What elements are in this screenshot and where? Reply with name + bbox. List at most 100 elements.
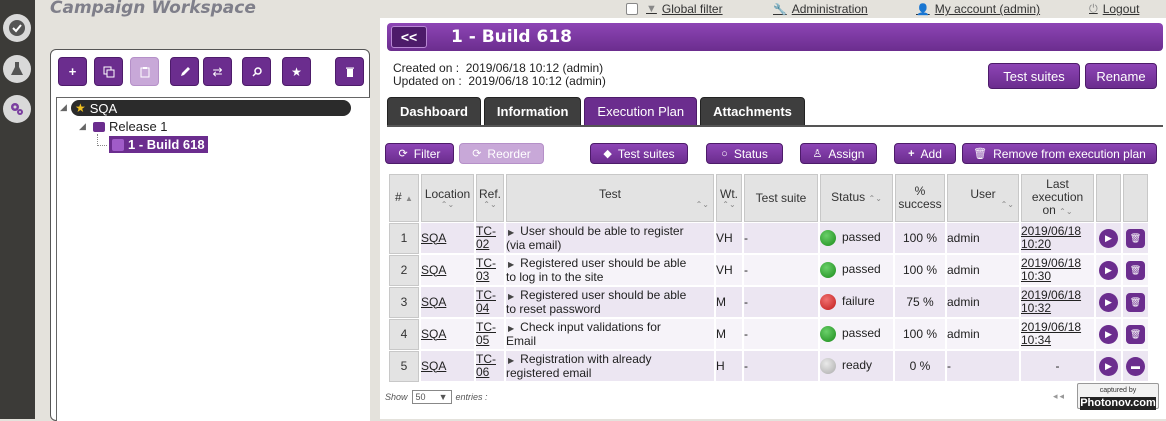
logout-link[interactable]: ⏻ Logout	[1089, 2, 1139, 16]
rename-button[interactable]: Rename	[1085, 63, 1157, 89]
paste-button[interactable]	[130, 57, 159, 86]
assigned-user[interactable]: -	[947, 351, 1019, 382]
tab-execution-plan[interactable]: Execution Plan	[584, 97, 698, 126]
copy-button[interactable]	[94, 57, 123, 86]
test-case-workspace-icon[interactable]	[3, 55, 31, 83]
assigned-user[interactable]: admin	[947, 319, 1019, 350]
col-weight[interactable]: Wt. ⌃⌄	[716, 174, 742, 222]
reference-link[interactable]: TC- 04	[476, 287, 504, 318]
last-execution[interactable]: -	[1021, 351, 1094, 382]
requirements-workspace-icon[interactable]	[3, 14, 31, 42]
test-name[interactable]: ▶ Registration with already registered ema…	[506, 351, 714, 382]
reference-link[interactable]: TC- 02	[476, 223, 504, 254]
reference-link[interactable]: TC- 05	[476, 319, 504, 350]
location-link[interactable]: SQA	[421, 319, 474, 350]
add-button[interactable]: + Add	[894, 143, 956, 164]
col-test-suite[interactable]: Test suite	[744, 174, 818, 222]
expand-icon[interactable]: ▶	[508, 292, 514, 301]
tab-attachments[interactable]: Attachments	[700, 97, 805, 126]
status-cell[interactable]: ready	[820, 351, 893, 382]
test-name[interactable]: ▶ User should be able to register (via ema…	[506, 223, 714, 254]
reference-link[interactable]: TC- 03	[476, 255, 504, 286]
expand-icon[interactable]: ▶	[508, 260, 514, 269]
favorite-button[interactable]: ★	[282, 57, 311, 86]
my-account-link[interactable]: 👤 My account (admin)	[916, 2, 1040, 16]
play-icon[interactable]: ▶	[1099, 356, 1118, 376]
campaign-workspace-icon[interactable]	[3, 95, 31, 123]
add-node-button[interactable]: +	[58, 57, 87, 86]
col-number[interactable]: # ▲	[389, 174, 419, 222]
reorder-button[interactable]: ⟳ Reorder	[459, 143, 544, 164]
updated-value: 2019/06/18 10:12 (admin)	[468, 74, 606, 88]
play-icon[interactable]: ▶	[1099, 292, 1118, 312]
assign-button[interactable]: ♙ Assign	[800, 143, 877, 164]
collapse-icon[interactable]: ◢	[79, 121, 86, 132]
table-row[interactable]: 5 SQA TC- 06 ▶ Registration with already re…	[389, 351, 1148, 382]
status-button[interactable]: ○ Status	[706, 143, 783, 164]
location-link[interactable]: SQA	[421, 255, 474, 286]
pagination[interactable]: ◂◂	[1053, 391, 1066, 402]
location-link[interactable]: SQA	[421, 351, 474, 382]
trash-icon[interactable]: 🗑	[1126, 324, 1145, 344]
import-export-button[interactable]: ⇄	[203, 57, 232, 86]
tree-node-project[interactable]: ★ SQA	[71, 100, 351, 116]
delete-node-button[interactable]	[335, 57, 364, 86]
tree-node-release[interactable]: Release 1	[93, 119, 168, 134]
last-execution[interactable]: 2019/06/18 10:20	[1021, 223, 1094, 254]
global-filter-link[interactable]: ▼ Global filter	[646, 2, 723, 16]
play-icon[interactable]: ▶	[1099, 228, 1118, 248]
filter-button[interactable]: ⟳ Filter	[385, 143, 454, 164]
tab-dashboard[interactable]: Dashboard	[387, 97, 481, 126]
col-reference[interactable]: Ref. ⌃⌄	[476, 174, 504, 222]
collapse-icon[interactable]: ◢	[60, 102, 67, 113]
trash-icon[interactable]: 🗑	[1126, 228, 1145, 248]
reference-link[interactable]: TC- 06	[476, 351, 504, 382]
status-cell[interactable]: passed	[820, 319, 893, 350]
trash-icon[interactable]: 🗑	[1126, 292, 1145, 312]
test-suites-button[interactable]: Test suites	[988, 63, 1080, 89]
expand-icon[interactable]: ▶	[508, 356, 514, 365]
assigned-user[interactable]: admin	[947, 223, 1019, 254]
status-cell[interactable]: failure	[820, 287, 893, 318]
col-status[interactable]: Status ⌃⌄	[820, 174, 893, 222]
trash-icon[interactable]: 🗑	[1126, 260, 1145, 280]
status-cell[interactable]: passed	[820, 223, 893, 254]
col-test[interactable]: Test ⌃⌄	[506, 174, 714, 222]
status-cell[interactable]: passed	[820, 255, 893, 286]
location-link[interactable]: SQA	[421, 287, 474, 318]
play-icon[interactable]: ▶	[1099, 260, 1118, 280]
assigned-user[interactable]: admin	[947, 287, 1019, 318]
test-name[interactable]: ▶ Registered user should be able to reset …	[506, 287, 714, 318]
page-size-select[interactable]: 50 ▼	[411, 390, 452, 404]
col-user[interactable]: User ⌃⌄	[947, 174, 1019, 222]
table-row[interactable]: 1 SQA TC- 02 ▶ User should be able to regi…	[389, 223, 1148, 254]
tab-information[interactable]: Information	[483, 97, 582, 126]
play-icon[interactable]: ▶	[1099, 324, 1118, 344]
location-link[interactable]: SQA	[421, 223, 474, 254]
campaign-icon	[93, 121, 105, 132]
assigned-user[interactable]: admin	[947, 255, 1019, 286]
expand-icon[interactable]: ▶	[508, 228, 514, 237]
test-name[interactable]: ▶ Registered user should be able to log in…	[506, 255, 714, 286]
remove-from-plan-button[interactable]: 🗑 Remove from execution plan	[962, 143, 1157, 164]
last-execution[interactable]: 2019/06/18 10:32	[1021, 287, 1094, 318]
test-suites-action-button[interactable]: ◆ Test suites	[590, 143, 688, 164]
global-filter-checkbox[interactable]	[626, 3, 638, 15]
col-location[interactable]: Location ⌃⌄	[421, 174, 474, 222]
table-row[interactable]: 3 SQA TC- 04 ▶ Registered user should be a…	[389, 287, 1148, 318]
back-button[interactable]: <<	[391, 26, 427, 48]
rename-node-button[interactable]	[170, 57, 199, 86]
col-last-execution[interactable]: Last execution on ⌃⌄	[1021, 174, 1094, 222]
remove-icon[interactable]: ▬	[1126, 356, 1145, 376]
last-execution[interactable]: 2019/06/18 10:34	[1021, 319, 1094, 350]
first-page-icon[interactable]: ◂◂	[1053, 391, 1066, 401]
tree-node-iteration[interactable]: 1 - Build 618	[109, 136, 208, 153]
expand-icon[interactable]: ▶	[508, 324, 514, 333]
table-row[interactable]: 4 SQA TC- 05 ▶ Check input validations for…	[389, 319, 1148, 350]
search-tree-button[interactable]	[242, 57, 271, 86]
administration-link[interactable]: 🔧 Administration	[773, 2, 868, 16]
last-execution[interactable]: 2019/06/18 10:30	[1021, 255, 1094, 286]
test-name[interactable]: ▶ Check input validations for Email	[506, 319, 714, 350]
col-success[interactable]: % success	[895, 174, 945, 222]
table-row[interactable]: 2 SQA TC- 03 ▶ Registered user should be a…	[389, 255, 1148, 286]
